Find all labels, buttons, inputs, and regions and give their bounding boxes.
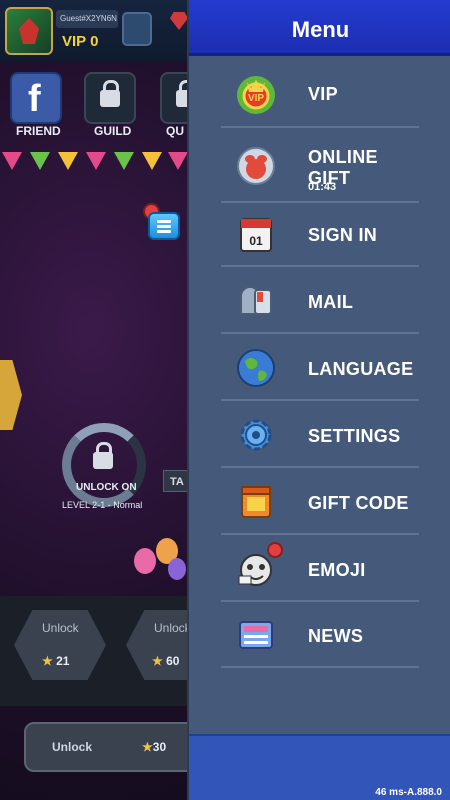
unlock-bar-label: Unlock — [52, 740, 93, 754]
side-hex-icon[interactable] — [0, 360, 22, 430]
facebook-icon: f — [28, 78, 41, 120]
vip-chest-icon[interactable] — [122, 12, 152, 46]
menu-title: Menu — [291, 17, 350, 42]
menu-item-online-gift[interactable]: ONLINE GIFT 01:43 — [221, 137, 419, 203]
menu-item-label: NEWS — [308, 626, 364, 646]
quest-label: QU — [166, 124, 184, 138]
news-icon — [239, 621, 273, 649]
guild-label: GUILD — [94, 124, 132, 138]
unlock-bar[interactable] — [24, 722, 204, 772]
level-requirement: LEVEL 2-1 - Normal — [62, 500, 143, 510]
guild-button[interactable] — [84, 72, 136, 124]
gift-box-icon — [241, 486, 271, 518]
svg-text:01: 01 — [249, 234, 263, 248]
menu-item-sign-in[interactable]: 01 SIGN IN — [221, 205, 419, 267]
star-icon: ★ — [42, 654, 53, 668]
party-garland — [0, 152, 190, 192]
menu-item-vip[interactable]: VIP VIP — [221, 66, 419, 128]
menu-item-emoji[interactable]: EMOJI — [221, 540, 419, 602]
notification-dot — [267, 542, 283, 558]
menu-item-language[interactable]: LANGUAGE — [221, 339, 419, 401]
menu-item-label: LANGUAGE — [308, 359, 414, 379]
slot-cost: ★ 21 — [42, 654, 70, 668]
side-menu: Menu VIP VIP ONLINE GIFT 01:43 01 SIGN I… — [187, 0, 450, 800]
divider — [221, 600, 419, 602]
menu-header: Menu — [189, 0, 450, 56]
lock-icon — [100, 80, 120, 107]
vip-badge-icon: VIP — [237, 76, 275, 114]
guest-id: Guest#X2YN6N — [56, 10, 118, 28]
mailbox-icon — [240, 286, 272, 315]
slot-label: Unlock — [154, 621, 191, 635]
star-icon: ★ — [152, 654, 163, 668]
online-gift-timer: 01:43 — [308, 181, 337, 193]
player-avatar[interactable] — [5, 7, 53, 55]
divider — [221, 533, 419, 535]
divider — [221, 126, 419, 128]
vip-level: VIP 0 — [62, 33, 99, 50]
divider — [221, 466, 419, 468]
unlock-bar-cost: ★30 — [142, 740, 167, 754]
svg-text:VIP: VIP — [248, 93, 264, 104]
menu-item-label: SIGN IN — [308, 225, 378, 245]
slot-label: Unlock — [42, 621, 79, 635]
divider — [221, 201, 419, 203]
friend-label: FRIEND — [16, 124, 61, 138]
menu-item-label: SETTINGS — [308, 426, 401, 446]
slot-cost: ★ 60 — [152, 654, 180, 668]
fps-counter: 46 ms-A.888.0 — [375, 787, 442, 798]
menu-item-label: EMOJI — [308, 560, 366, 580]
calendar-icon: 01 — [240, 218, 272, 252]
divider — [221, 265, 419, 267]
balloons-decoration — [130, 530, 190, 590]
menu-item-label: GIFT CODE — [308, 493, 409, 513]
divider — [221, 399, 419, 401]
star-icon: ★ — [142, 740, 153, 754]
menu-item-label: MAIL — [308, 292, 354, 312]
lock-icon — [93, 442, 113, 469]
menu-item-news[interactable]: NEWS — [221, 606, 419, 668]
menu-toggle-button[interactable] — [148, 212, 180, 240]
friend-button[interactable]: f — [10, 72, 62, 124]
gem-icon — [170, 12, 188, 30]
unlock-on-text: UNLOCK ON — [76, 482, 137, 493]
online-gift-icon — [237, 147, 275, 185]
divider — [221, 666, 419, 668]
menu-item-settings[interactable]: SETTINGS — [221, 406, 419, 468]
globe-icon — [237, 349, 275, 387]
gear-icon — [240, 419, 272, 451]
menu-item-gift-code[interactable]: GIFT CODE — [221, 473, 419, 535]
menu-item-label: VIP — [308, 84, 338, 104]
divider — [221, 332, 419, 334]
menu-item-mail[interactable]: MAIL — [221, 272, 419, 334]
